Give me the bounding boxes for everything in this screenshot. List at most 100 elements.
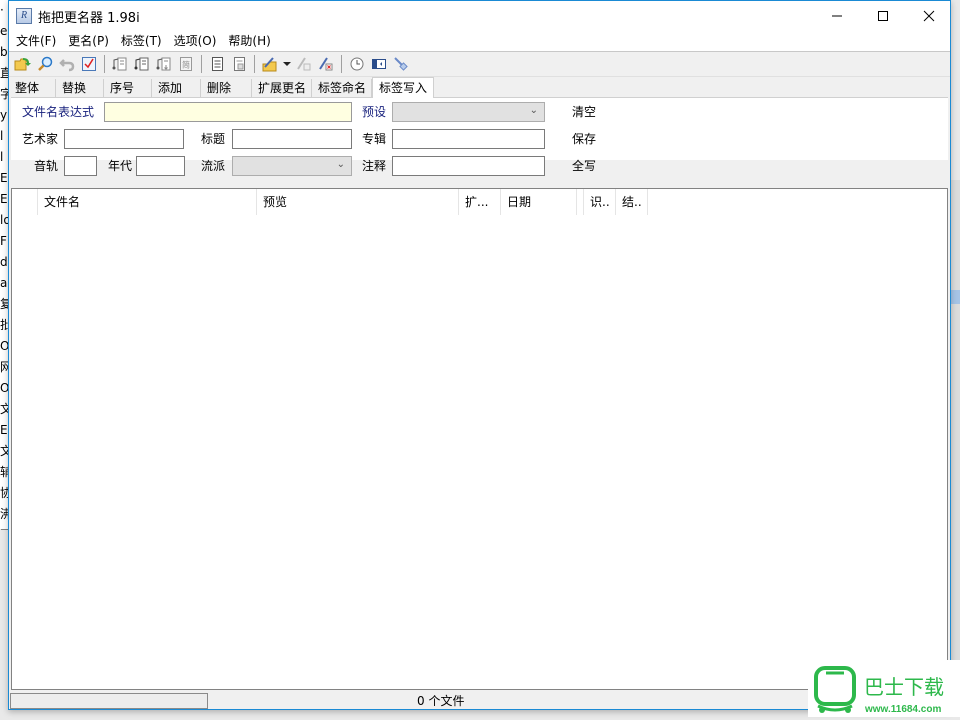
document-edit-icon	[234, 57, 245, 71]
tab-add[interactable]: 添加	[152, 79, 201, 98]
tag-write-panel: 文件名表达式 预设 ⌄ 清空 艺术家 标题 专辑 保存 音轨 年代 流派 ⌄ 注…	[11, 97, 948, 176]
file-count: 0 个文件	[417, 694, 465, 708]
watermark-logo: 巴士下载 www.11684.com	[808, 660, 960, 717]
tag-clear-button[interactable]	[109, 53, 131, 75]
column-header-empty[interactable]	[577, 189, 584, 215]
chevron-down-icon: ⌄	[336, 159, 345, 170]
tab-bar: 整体 替换 序号 添加 删除 扩展更名 标签命名 标签写入	[9, 77, 950, 98]
column-header-result[interactable]: 结..	[616, 189, 648, 215]
menu-file[interactable]: 文件(F)	[11, 31, 61, 51]
toolbar: 简	[9, 52, 950, 77]
track-input[interactable]	[64, 156, 97, 176]
maximize-icon	[878, 11, 888, 21]
clock-icon	[350, 57, 364, 71]
document-icon	[212, 57, 223, 71]
menu-tag[interactable]: 标签(T)	[116, 31, 167, 51]
tab-sequence[interactable]: 序号	[104, 79, 152, 98]
tab-overall[interactable]: 整体	[9, 79, 56, 98]
write-all-button[interactable]: 全写	[572, 157, 596, 175]
tab-tag-naming[interactable]: 标签命名	[312, 79, 372, 98]
menu-rename[interactable]: 更名(P)	[63, 31, 114, 51]
toolbar-separator	[201, 55, 202, 73]
tag-clear-icon	[112, 57, 127, 71]
undo-button[interactable]	[56, 53, 78, 75]
tab-extended-rename[interactable]: 扩展更名	[252, 79, 312, 98]
maximize-button[interactable]	[860, 1, 906, 31]
pencil-delete-icon	[319, 57, 333, 71]
menu-options[interactable]: 选项(O)	[169, 31, 222, 51]
tag-write-icon	[156, 57, 171, 71]
simplified-icon: 简	[180, 57, 192, 71]
clear-button[interactable]: 清空	[572, 103, 596, 121]
open-button[interactable]	[12, 53, 34, 75]
minimize-icon	[832, 15, 842, 17]
column-header-preview[interactable]: 预览	[257, 189, 459, 215]
genre-select[interactable]: ⌄	[232, 156, 352, 176]
tab-tag-write[interactable]: 标签写入	[372, 77, 435, 98]
document-edit-button[interactable]	[228, 53, 250, 75]
toolbar-separator	[341, 55, 342, 73]
toolbar-separator	[104, 55, 105, 73]
app-window: R 拖把更名器 1.98i 文件(F) 更名(P) 标签(T) 选项(O) 帮助…	[8, 0, 951, 710]
artist-input[interactable]	[64, 129, 184, 149]
close-icon	[923, 10, 935, 22]
chevron-down-icon: ⌄	[529, 105, 538, 116]
search-button[interactable]	[34, 53, 56, 75]
tab-delete[interactable]: 删除	[201, 79, 252, 98]
album-input[interactable]	[392, 129, 545, 149]
simplified-button[interactable]: 简	[175, 53, 197, 75]
progress-bar	[10, 693, 208, 709]
pencil-folder-button[interactable]	[259, 53, 281, 75]
title-input[interactable]	[232, 129, 352, 149]
column-header-date[interactable]: 日期	[501, 189, 577, 215]
tab-replace[interactable]: 替换	[56, 79, 104, 98]
column-header-filename[interactable]: 文件名	[38, 189, 257, 215]
pencil-disabled-button[interactable]	[293, 53, 315, 75]
close-button[interactable]	[906, 1, 952, 31]
window-title: 拖把更名器 1.98i	[38, 11, 140, 26]
watermark-brand: 巴士下载	[864, 675, 944, 699]
open-folder-icon	[14, 58, 31, 71]
pin-icon	[394, 57, 408, 71]
app-icon: R	[16, 8, 32, 24]
artist-label: 艺术家	[22, 132, 59, 146]
column-header-identify[interactable]: 识..	[584, 189, 616, 215]
title-label: 标题	[201, 132, 226, 146]
undo-icon	[59, 59, 75, 72]
minimize-button[interactable]	[814, 1, 860, 31]
panel-button[interactable]	[368, 53, 390, 75]
panel-icon	[372, 59, 386, 69]
expression-input[interactable]	[104, 102, 352, 122]
preset-label: 预设	[362, 105, 387, 119]
file-list[interactable]: 文件名 预览 扩... 日期 识.. 结..	[11, 188, 948, 690]
pin-button[interactable]	[390, 53, 412, 75]
save-button[interactable]: 保存	[572, 130, 596, 148]
pencil-delete-button[interactable]	[315, 53, 337, 75]
column-header-extension[interactable]: 扩...	[459, 189, 501, 215]
preset-select[interactable]: ⌄	[392, 102, 545, 122]
document-button[interactable]	[206, 53, 228, 75]
album-label: 专辑	[362, 132, 387, 146]
tag-read-button[interactable]	[131, 53, 153, 75]
genre-label: 流派	[201, 159, 226, 173]
year-input[interactable]	[136, 156, 185, 176]
clock-button[interactable]	[346, 53, 368, 75]
year-label: 年代	[108, 159, 133, 173]
track-label: 音轨	[34, 159, 59, 173]
watermark-bus-icon: 巴士下载 www.11684.com	[814, 666, 944, 715]
tag-write-button[interactable]	[153, 53, 175, 75]
background-window-right	[950, 180, 960, 717]
toolbar-separator	[254, 55, 255, 73]
pencil-dropdown-button[interactable]	[281, 53, 293, 75]
check-button[interactable]	[78, 53, 100, 75]
dropdown-arrow-icon	[283, 62, 291, 66]
svg-text:简: 简	[182, 60, 190, 70]
comment-input[interactable]	[392, 156, 545, 176]
menu-help[interactable]: 帮助(H)	[223, 31, 275, 51]
comment-label: 注释	[362, 159, 387, 173]
list-header: 文件名 预览 扩... 日期 识.. 结..	[12, 189, 947, 215]
background-selection	[950, 290, 960, 304]
search-icon	[38, 56, 53, 71]
title-bar: R 拖把更名器 1.98i	[9, 1, 950, 31]
column-header-icon[interactable]	[12, 189, 38, 215]
